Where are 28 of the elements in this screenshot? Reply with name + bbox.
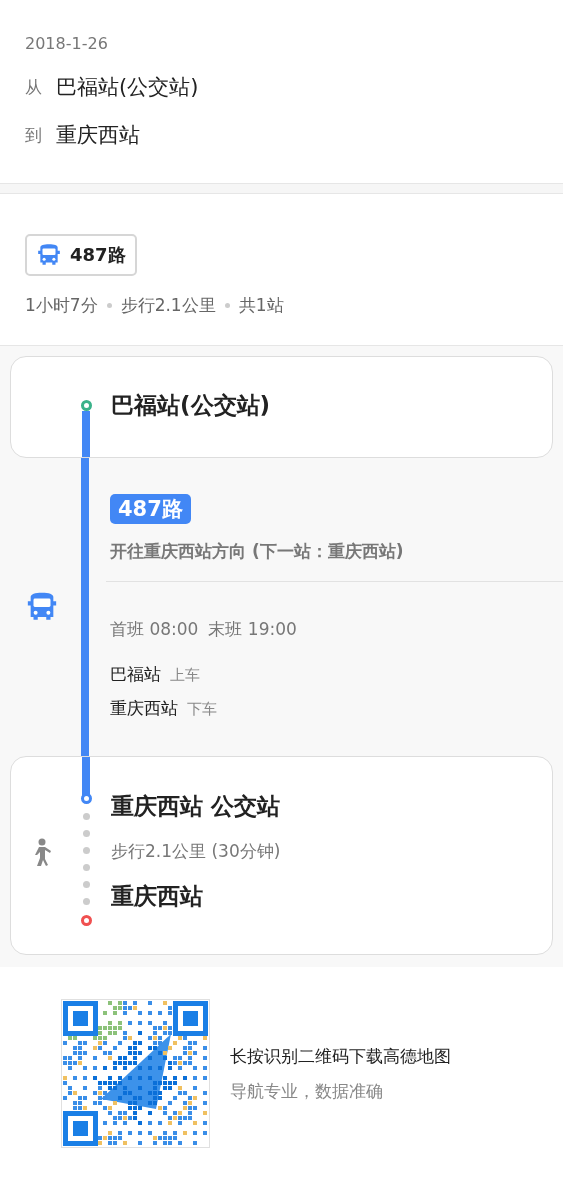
schedule-text: 首班 08:00 bbox=[110, 618, 199, 641]
download-prompt: 长按识别二维码下载高德地图 bbox=[230, 1044, 451, 1068]
walk-text: 步行2.1公里 (30分钟) bbox=[111, 840, 282, 863]
arrival-dot bbox=[80, 793, 92, 804]
destination-dot bbox=[80, 915, 92, 926]
from-label: 从 bbox=[25, 75, 42, 99]
app-slogan: 导航专业，数据准确 bbox=[230, 1079, 384, 1103]
stop-name: 重庆西站 bbox=[110, 697, 178, 720]
stop-action: 上车 bbox=[170, 666, 200, 685]
direction-text: 开往重庆西站方向 (下一站：重庆西站) bbox=[110, 540, 405, 563]
trip-date: 2018-1-26 bbox=[25, 34, 109, 53]
destination-name: 重庆西站 bbox=[56, 122, 140, 149]
origin-name: 巴福站(公交站) bbox=[56, 74, 199, 101]
route-number: 487路 bbox=[70, 243, 126, 267]
stop-name: 巴福站 bbox=[110, 663, 161, 686]
stop-title: 重庆西站 公交站 bbox=[111, 792, 281, 821]
trip-stat: 1小时7分 bbox=[25, 294, 98, 317]
trip-stat: 共1站 bbox=[238, 294, 284, 317]
stop-title: 巴福站(公交站) bbox=[111, 390, 272, 420]
separator-dot bbox=[106, 303, 112, 308]
schedule-text: 末班 19:00 bbox=[208, 618, 297, 641]
trip-stat: 步行2.1公里 bbox=[120, 294, 216, 317]
destination-title: 重庆西站 bbox=[111, 882, 204, 911]
bus-icon bbox=[36, 242, 62, 268]
separator-dot bbox=[224, 303, 230, 308]
stop-action: 下车 bbox=[187, 700, 217, 719]
to-label: 到 bbox=[25, 123, 42, 147]
route-badge: 487路 bbox=[110, 494, 191, 524]
